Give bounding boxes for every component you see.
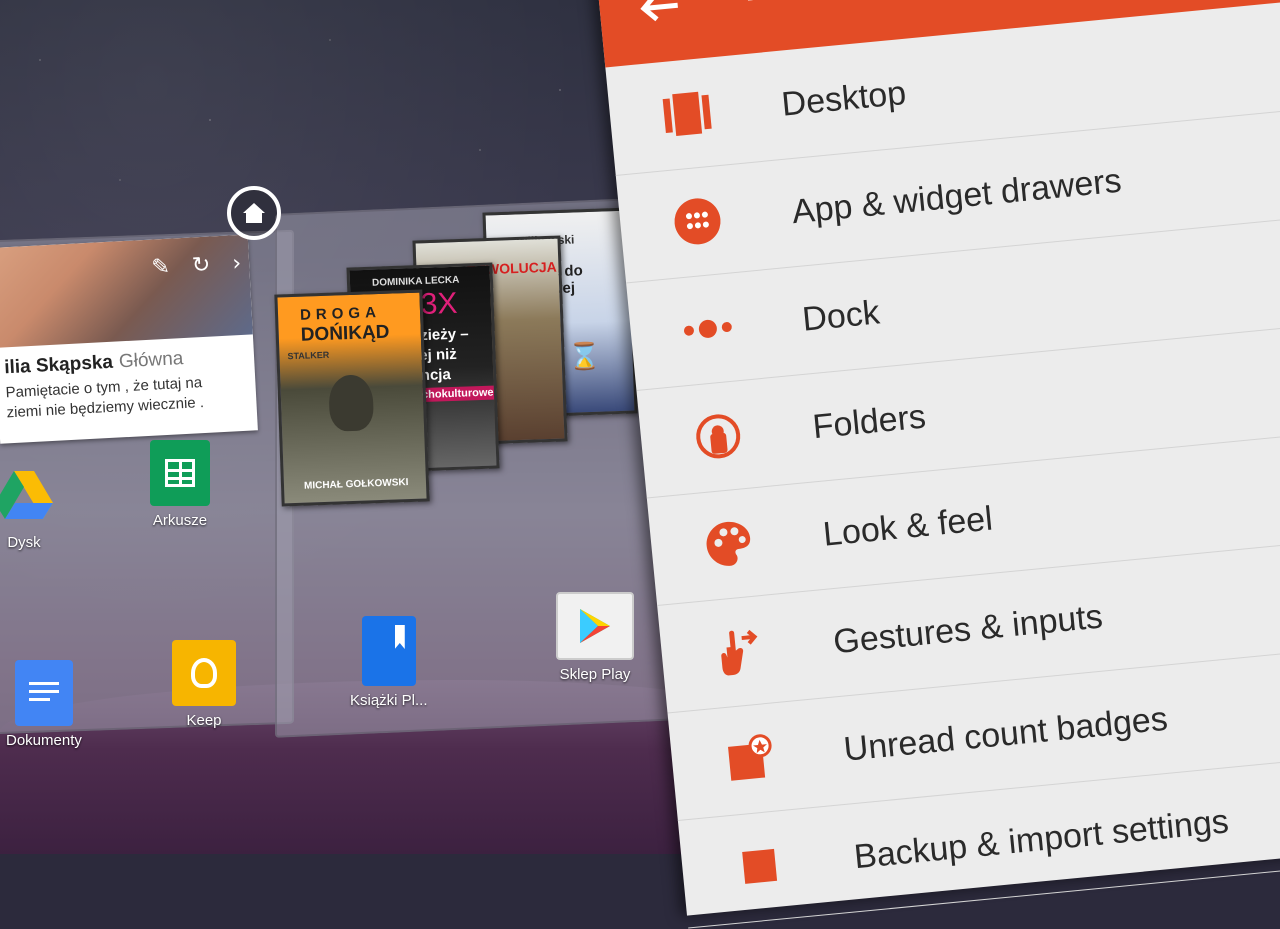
menu-item-label: Folders bbox=[810, 397, 928, 446]
menu-item-label: Gestures & inputs bbox=[831, 596, 1105, 661]
app-dysk[interactable]: Dysk bbox=[0, 462, 54, 551]
google-sheets-icon bbox=[150, 440, 210, 506]
menu-item-label: App & widget drawers bbox=[790, 161, 1124, 231]
google-keep-icon bbox=[172, 640, 236, 706]
play-store-icon bbox=[556, 592, 634, 660]
page-title: Nova bbox=[742, 0, 834, 10]
gesture-icon bbox=[701, 613, 777, 689]
menu-item-label: Backup & import settings bbox=[852, 801, 1231, 876]
google-docs-icon bbox=[14, 660, 73, 726]
app-sklep-play[interactable]: Sklep Play bbox=[556, 592, 634, 683]
app-label: Keep bbox=[186, 712, 222, 729]
edit-icon[interactable]: ✎ bbox=[151, 255, 171, 281]
app-label: Arkusze bbox=[152, 512, 208, 529]
book4-title-top: DROGA bbox=[299, 303, 382, 324]
app-keep[interactable]: Keep bbox=[172, 640, 236, 729]
play-books-icon bbox=[361, 616, 416, 686]
dock-icon bbox=[670, 291, 746, 367]
book4-title-bottom: DOŃIKĄD bbox=[300, 321, 390, 346]
back-arrow-icon[interactable] bbox=[638, 0, 681, 24]
refresh-icon[interactable]: ↻ bbox=[191, 253, 211, 279]
app-arkusze[interactable]: Arkusze bbox=[150, 440, 210, 529]
palette-icon bbox=[690, 506, 766, 582]
desktop-icon bbox=[649, 76, 725, 152]
social-feed-widget[interactable]: ✎ ↻ › ilia Skąpska Główna Pamiętacie o ty… bbox=[0, 234, 258, 444]
app-dokumenty[interactable]: Dokumenty bbox=[6, 660, 82, 749]
home-icon bbox=[243, 203, 265, 223]
google-drive-icon bbox=[0, 462, 54, 528]
gas-mask-figure bbox=[328, 374, 375, 432]
app-label: Sklep Play bbox=[559, 666, 631, 683]
menu-item-label: Desktop bbox=[779, 73, 908, 124]
badge-icon bbox=[711, 721, 787, 797]
app-label: Książki Pl... bbox=[350, 692, 428, 709]
feed-subtitle: Główna bbox=[118, 348, 184, 373]
app-label: Dysk bbox=[7, 534, 41, 551]
chevron-right-icon[interactable]: › bbox=[232, 251, 242, 276]
app-drawer-icon bbox=[659, 183, 735, 259]
feed-author: ilia Skąpska bbox=[3, 351, 114, 379]
book-cover-4[interactable]: DROGA DOŃIKĄD STALKER MICHAŁ GOŁKOWSKI bbox=[274, 289, 430, 507]
book3-title: 3X bbox=[420, 286, 459, 322]
feed-photo: ✎ ↻ › bbox=[0, 234, 253, 348]
folder-icon bbox=[680, 398, 756, 474]
home-page-indicator[interactable] bbox=[227, 186, 281, 240]
backup-icon bbox=[721, 828, 797, 904]
menu-item-label: Dock bbox=[800, 292, 882, 339]
menu-item-label: Unread count badges bbox=[841, 699, 1170, 769]
book4-author: MICHAŁ GOŁKOWSKI bbox=[303, 477, 409, 492]
book4-series: STALKER bbox=[287, 349, 330, 362]
settings-panel: Nova Desktop App & widget drawers bbox=[595, 0, 1280, 929]
app-label: Dokumenty bbox=[6, 732, 82, 749]
hourglass-icon: ⌛ bbox=[568, 341, 602, 373]
menu-item-label: Look & feel bbox=[821, 499, 995, 554]
app-ksiazki[interactable]: Książki Pl... bbox=[350, 616, 428, 709]
